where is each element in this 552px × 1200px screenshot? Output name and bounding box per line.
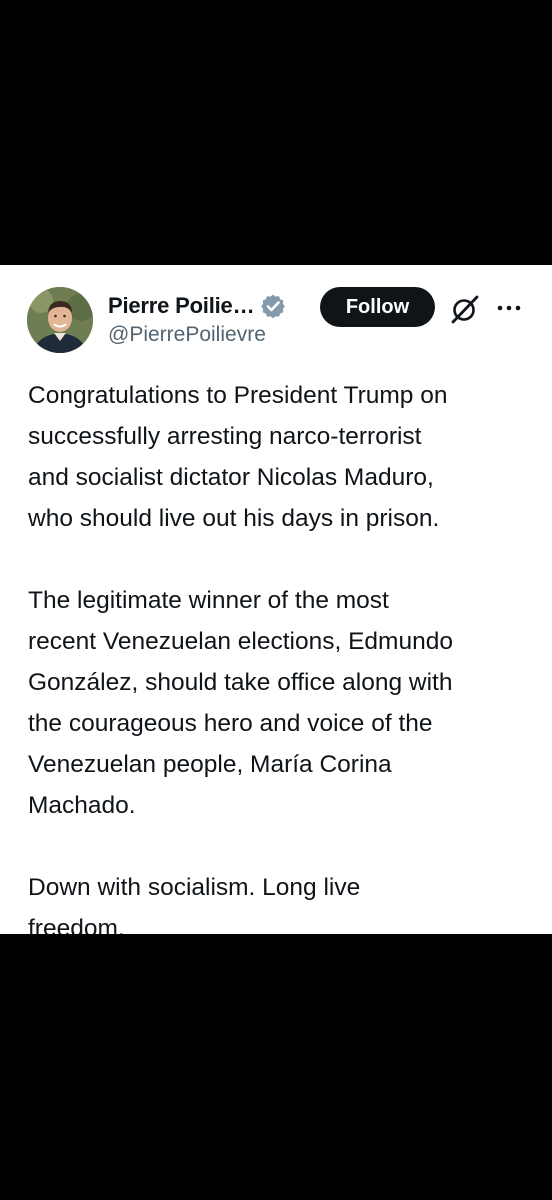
post-text-line: Machado. — [28, 792, 136, 819]
author-handle[interactable]: @PierrePoilievre — [108, 323, 266, 347]
post-text-line: recent Venezuelan elections, Edmundo — [28, 628, 453, 655]
profile-photo-icon — [27, 287, 93, 353]
post-text-line: Down with socialism. Long live — [28, 874, 361, 901]
post-text-line: successfully arresting narco-terrorist — [28, 423, 422, 450]
post-text-line: The legitimate winner of the most — [28, 587, 389, 614]
post-card: Pierre Poilie… @PierrePoilievre Follow C… — [0, 265, 552, 942]
more-options-icon[interactable] — [496, 297, 522, 319]
post-text-line: who should live out his days in prison. — [28, 505, 440, 532]
post-paragraph: Congratulations to President Trump on su… — [28, 375, 533, 539]
post-text-line: González, should take office along with — [28, 669, 453, 696]
bottom-black-area — [0, 934, 552, 1200]
post-text: Congratulations to President Trump on su… — [28, 375, 533, 949]
post-text-line: Congratulations to President Trump on — [28, 382, 448, 409]
avatar[interactable] — [27, 287, 93, 353]
author-name-row: Pierre Poilie… — [108, 291, 286, 321]
post-paragraph: The legitimate winner of the most recent… — [28, 580, 533, 826]
post-text-line: and socialist dictator Nicolas Maduro, — [28, 464, 434, 491]
follow-button[interactable]: Follow — [320, 287, 435, 327]
post-text-line: Venezuelan people, María Corina — [28, 751, 392, 778]
author-display-name[interactable]: Pierre Poilie… — [108, 293, 255, 319]
verified-badge-icon — [260, 293, 286, 319]
top-black-area — [0, 0, 552, 265]
grok-icon[interactable] — [449, 293, 481, 325]
post-text-line: the courageous hero and voice of the — [28, 710, 433, 737]
